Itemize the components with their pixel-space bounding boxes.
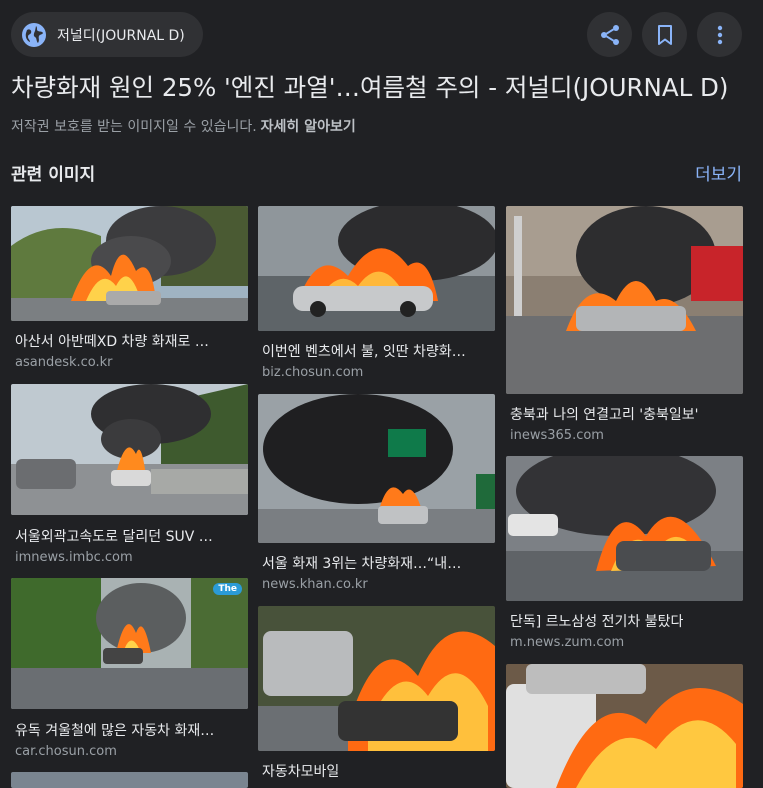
more-options-button[interactable] (697, 12, 742, 57)
related-caption: 자동차모바일 (262, 764, 340, 780)
related-domain: m.news.zum.com (510, 635, 625, 650)
watermark-logo: The (213, 583, 242, 595)
share-button[interactable] (587, 12, 632, 57)
related-thumbnail[interactable] (506, 206, 743, 394)
related-image-card[interactable]: The 유독 겨울철에 많은 자동차 화재… car.chosun.com (11, 578, 248, 764)
copyright-notice: 저작권 보호를 받는 이미지일 수 있습니다. 자세히 알아보기 (11, 116, 356, 136)
related-caption: 유독 겨울철에 많은 자동차 화재… (15, 723, 215, 739)
related-domain: asandesk.co.kr (15, 355, 113, 370)
related-image-card[interactable]: 서울외곽고속도로 달리던 SUV … imnews.imbc.com (11, 384, 248, 570)
related-thumbnail[interactable] (506, 664, 743, 788)
learn-more-link[interactable]: 자세히 알아보기 (261, 119, 356, 135)
related-caption: 이번엔 벤츠에서 불, 잇딴 차량화… (262, 344, 466, 360)
related-thumbnail[interactable]: The (11, 578, 248, 709)
share-icon (600, 24, 619, 45)
bookmark-icon (657, 24, 672, 45)
related-image-card[interactable]: 자동차모바일 (258, 606, 495, 788)
page-title[interactable]: 차량화재 원인 25% '엔진 과열'…여름철 주의 - 저널디(JOURNAL… (11, 70, 756, 106)
related-thumbnail[interactable] (506, 456, 743, 601)
related-thumbnail[interactable] (258, 206, 495, 331)
related-caption: 서울외곽고속도로 달리던 SUV … (15, 529, 213, 545)
top-bar: 저널디(JOURNAL D) (0, 0, 763, 68)
related-caption: 아산서 아반떼XD 차량 화재로 … (15, 334, 209, 350)
related-images-heading: 관련 이미지 (11, 165, 96, 185)
related-image-card[interactable]: 이번엔 벤츠에서 불, 잇딴 차량화… biz.chosun.com (258, 206, 495, 386)
related-image-card[interactable] (506, 664, 743, 788)
globe-icon (21, 22, 47, 48)
related-image-card[interactable]: 아산서 아반떼XD 차량 화재로 … asandesk.co.kr (11, 206, 248, 376)
related-caption: 단독] 르노삼성 전기차 불탔다 (510, 614, 684, 630)
related-caption: 충북과 나의 연결고리 '충북일보' (510, 407, 699, 423)
related-image-card[interactable]: 서울 화재 3위는 차량화재…“내… news.khan.co.kr (258, 394, 495, 598)
related-thumbnail[interactable] (258, 606, 495, 751)
related-domain: imnews.imbc.com (15, 550, 133, 565)
related-image-card[interactable]: 단독] 르노삼성 전기차 불탔다 m.news.zum.com (506, 456, 743, 656)
related-domain: car.chosun.com (15, 744, 117, 759)
source-label: 저널디(JOURNAL D) (57, 27, 185, 44)
related-domain: news.khan.co.kr (262, 577, 368, 592)
more-vert-icon (717, 25, 722, 44)
related-domain: biz.chosun.com (262, 365, 364, 380)
source-chip[interactable]: 저널디(JOURNAL D) (11, 12, 203, 57)
related-image-card[interactable] (11, 772, 248, 788)
related-thumbnail[interactable] (11, 206, 248, 321)
related-domain: inews365.com (510, 428, 604, 443)
more-link[interactable]: 더보기 (695, 160, 742, 185)
related-caption: 서울 화재 3위는 차량화재…“내… (262, 556, 462, 572)
related-thumbnail[interactable] (258, 394, 495, 543)
bookmark-button[interactable] (642, 12, 687, 57)
copyright-text: 저작권 보호를 받는 이미지일 수 있습니다. (11, 119, 257, 135)
related-thumbnail[interactable] (11, 772, 248, 788)
related-thumbnail[interactable] (11, 384, 248, 515)
related-image-card[interactable]: 충북과 나의 연결고리 '충북일보' inews365.com (506, 206, 743, 451)
